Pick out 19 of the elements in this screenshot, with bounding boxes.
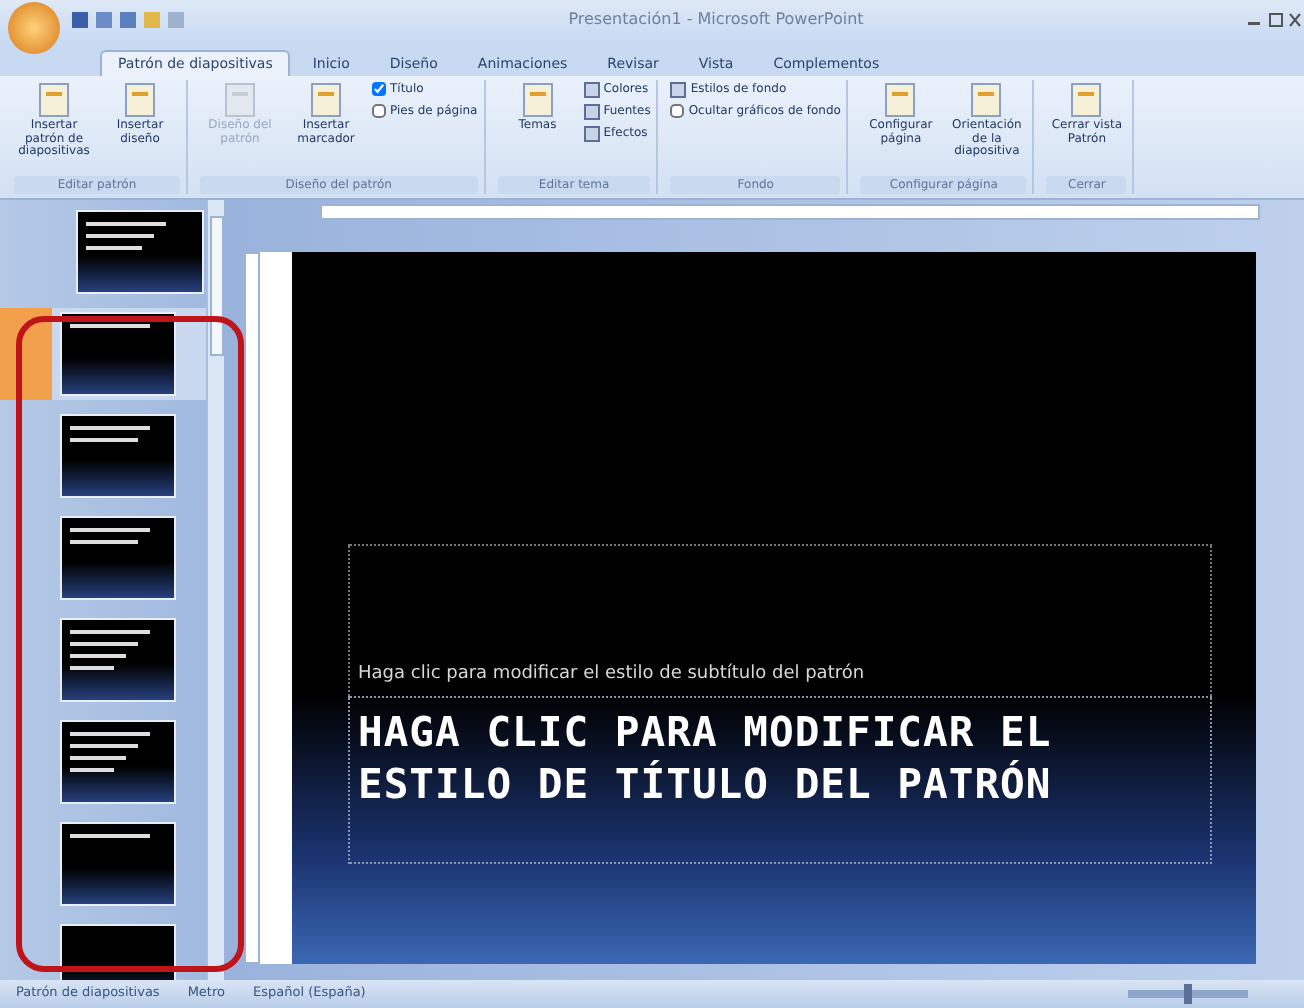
document-icon bbox=[120, 80, 160, 120]
subtitle-placeholder[interactable]: Haga clic para modificar el estilo de subtítulo del patrón bbox=[348, 544, 1212, 696]
document-icon bbox=[34, 80, 74, 120]
checkbox[interactable] bbox=[372, 82, 386, 96]
document-icon bbox=[880, 80, 921, 120]
title-placeholder[interactable]: HAGA CLIC PARA MODIFICAR EL ESTILO DE TÍTULO DEL PATRÓN bbox=[348, 696, 1212, 864]
checkbox[interactable] bbox=[670, 104, 685, 118]
document-icon bbox=[966, 80, 1007, 120]
document-icon bbox=[517, 80, 558, 120]
checkbox[interactable] bbox=[372, 104, 386, 118]
zoom-slider-thumb[interactable] bbox=[1184, 984, 1192, 1004]
document-icon bbox=[306, 80, 346, 120]
quick-access-toolbar-icon bbox=[68, 8, 188, 32]
window-controls-icon bbox=[1244, 10, 1304, 30]
document-icon bbox=[220, 80, 260, 120]
slide-thumbnail[interactable] bbox=[0, 308, 206, 400]
document-icon bbox=[1066, 80, 1107, 120]
window-title: Presentación1 - Microsoft PowerPoint bbox=[566, 8, 866, 32]
scrollbar[interactable] bbox=[206, 200, 224, 980]
